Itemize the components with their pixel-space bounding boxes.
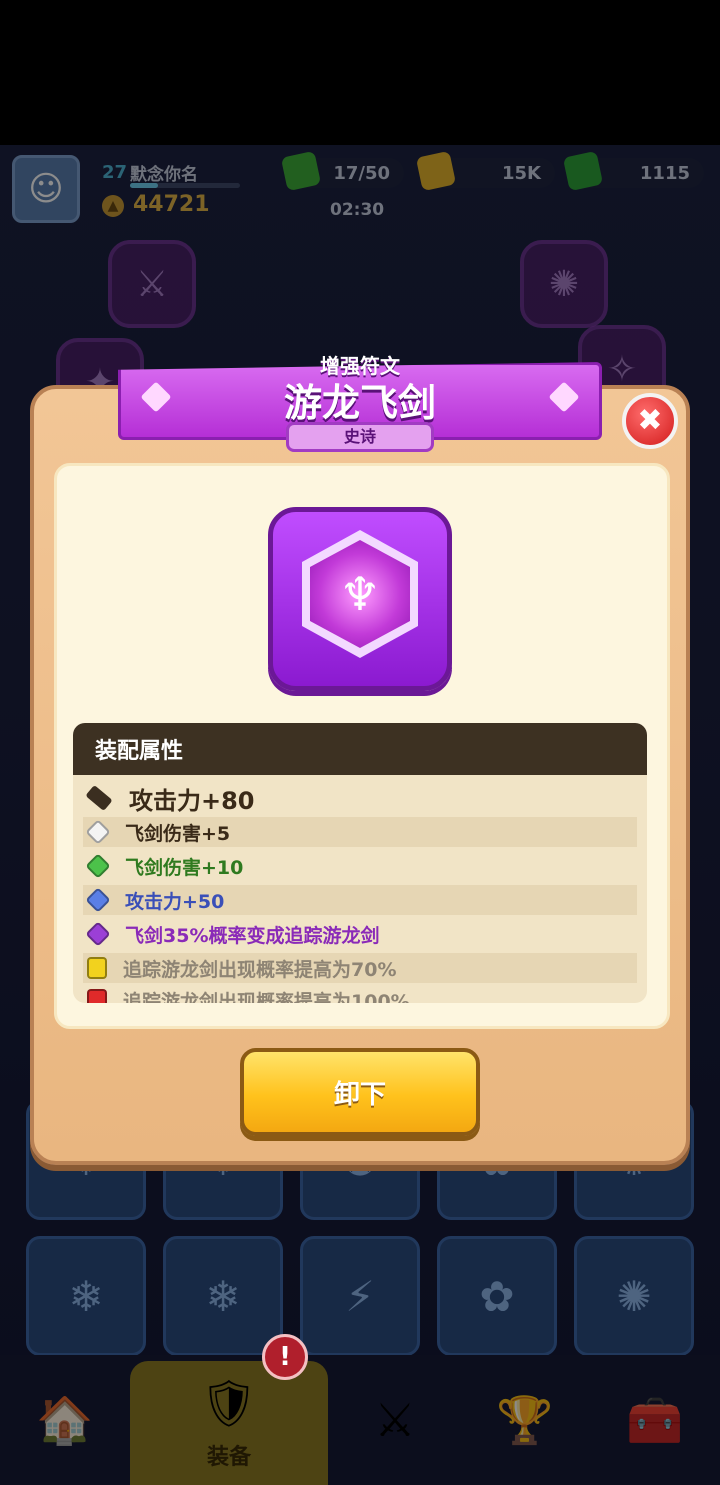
close-icon: ✖ [637,403,663,438]
red-lock-icon [87,989,107,1003]
attribute-row: 攻击力+50 [83,885,637,915]
green-gem-icon [85,853,111,879]
dialog-title: 游龙飞剑 [283,381,436,425]
attribute-text: 追踪游龙剑出现概率提高为70% [123,958,397,981]
white-gem-icon [85,819,111,845]
close-button[interactable]: ✖ [622,393,678,449]
attribute-row: 飞剑伤害+10 [83,851,637,881]
attributes-list[interactable]: 攻击力+80 飞剑伤害+5 飞剑伤害+10 攻击力+50 飞剑35%概率变成追踪… [73,775,647,1003]
unequip-label: 卸下 [333,1079,386,1110]
attribute-text: 飞剑伤害+5 [125,822,231,845]
attribute-row: 飞剑伤害+5 [83,817,637,847]
nav-alert-badge: ! [262,1334,308,1380]
attributes-header-label: 装配属性 [95,739,184,764]
purple-gem-icon [85,921,111,947]
attribute-text: 飞剑35%概率变成追踪游龙剑 [125,924,380,947]
rarity-badge: 史诗 [286,422,434,452]
sword-icon [85,784,113,812]
attribute-row: 攻击力+80 [83,783,637,815]
attribute-text: 飞剑伤害+10 [125,856,244,879]
blue-gem-icon [85,887,111,913]
attribute-row: 追踪游龙剑出现概率提高为70% [83,953,637,983]
unequip-button[interactable]: 卸下 [240,1048,480,1136]
attributes-header: 装配属性 [73,723,647,775]
attribute-row: 飞剑35%概率变成追踪游龙剑 [83,919,637,949]
attribute-text: 追踪游龙剑出现概率提高为100% [123,990,410,1004]
attribute-row: 追踪游龙剑出现概率提高为100% [83,985,637,1003]
yellow-lock-icon [87,957,107,979]
attribute-text: 攻击力+50 [125,890,225,913]
attribute-text: 攻击力+80 [129,786,255,815]
